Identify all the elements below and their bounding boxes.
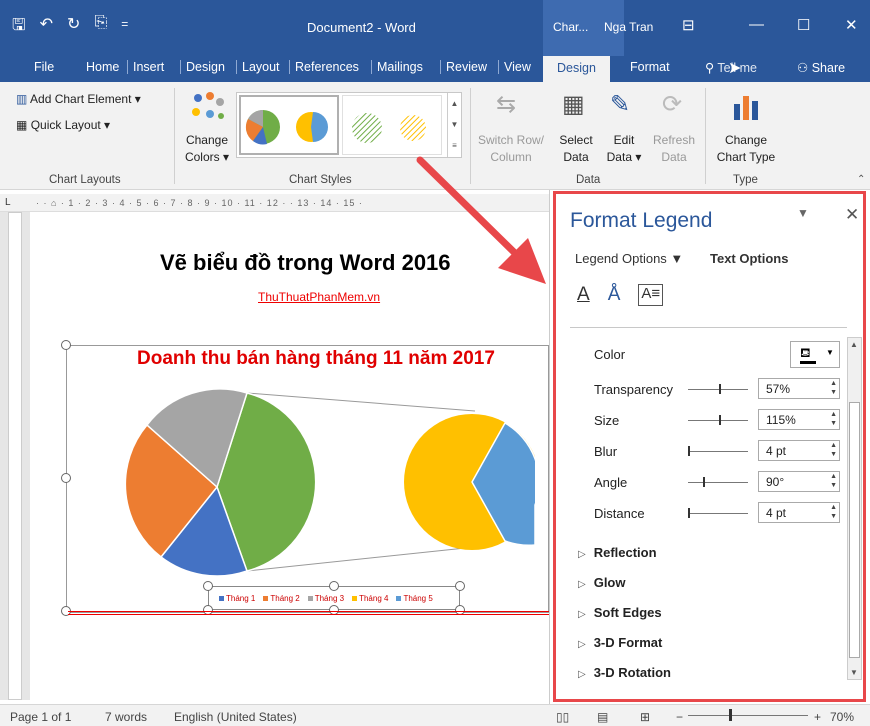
tab-mailings[interactable]: Mailings [371,60,423,74]
redo-icon[interactable]: ↻ [67,14,80,41]
status-bar: Page 1 of 1 7 words English (United Stat… [0,704,870,726]
chart-style-1[interactable] [239,95,339,155]
chart-tools-label: Char... [553,20,589,34]
tab-layout[interactable]: Layout [236,60,280,74]
quick-layout-icon: ▦ [16,118,28,132]
tab-format[interactable]: Format [630,60,670,74]
horizontal-ruler[interactable]: L · · ⌂ · 1 · 2 · 3 · 4 · 5 · 6 · 7 · 8 … [0,194,549,212]
customize-qat-icon[interactable]: = [121,17,128,41]
group-type: Type [733,174,758,186]
group-chart-layouts: Chart Layouts [49,174,121,186]
collapse-ribbon-icon[interactable]: ⌃ [857,174,865,185]
word-count[interactable]: 7 words [105,710,147,724]
legend-item: Tháng 1 [219,594,255,603]
tab-insert[interactable]: Insert [127,60,164,74]
page-count[interactable]: Page 1 of 1 [10,710,71,724]
tab-review[interactable]: Review [440,60,487,74]
add-chart-element-icon: ▥ [16,92,28,106]
pie-of-pie-chart[interactable] [115,385,535,595]
zoom-in-icon[interactable]: + [814,710,821,724]
ribbon-display-icon[interactable]: ⊟ [682,16,695,34]
zoom-slider[interactable] [688,715,808,716]
ribbon: ▥ Add Chart Element ▾ ▦ Quick Layout ▾ C… [0,82,870,190]
paste-icon[interactable]: ⎘ [94,14,107,41]
maximize-icon[interactable]: ☐ [797,16,810,34]
tab-file[interactable]: File [34,60,54,74]
resize-handle[interactable] [61,473,71,483]
quick-layout-button[interactable]: ▦ Quick Layout ▾ [16,118,110,132]
divider [705,88,706,184]
select-data-button[interactable]: ▦ Select Data [554,88,598,168]
undo-icon[interactable]: ↶ [40,14,53,41]
vertical-ruler[interactable] [0,212,30,700]
quick-access-toolbar: 🖫 ↶ ↻ ⎘ = [12,14,128,41]
minimize-icon[interactable]: — [749,16,764,33]
add-chart-element-button[interactable]: ▥ Add Chart Element ▾ [16,92,141,106]
web-layout-icon[interactable]: ⊞ [640,710,650,724]
title-bar [0,0,870,56]
divider [174,88,175,184]
refresh-data-button[interactable]: ⟳ Refresh Data [648,88,700,168]
resize-handle[interactable] [61,340,71,350]
legend-item: Tháng 3 [307,594,344,603]
lightbulb-icon: ⚲ [705,61,715,75]
read-mode-icon[interactable]: ▯▯ [556,710,569,724]
bar-chart-icon [734,96,758,120]
change-chart-type-button[interactable]: Change Chart Type [708,88,784,168]
share-button[interactable]: ⚇ Share [797,60,845,75]
tab-design[interactable]: Design [180,60,225,74]
group-chart-styles: Chart Styles [289,174,352,186]
pie-thumbnail-icon [245,110,328,145]
divider [470,88,471,184]
tab-selector-icon[interactable]: L [5,197,11,208]
refresh-icon: ⟳ [662,91,683,118]
mouse-cursor-icon: ➤ [728,60,742,77]
pie-hatched-thumbnail-icon [352,113,426,143]
legend-item: Tháng 5 [396,594,433,603]
table-icon: ▦ [562,91,585,118]
zoom-out-icon[interactable]: − [676,710,683,724]
edit-data-button[interactable]: ✎ Edit Data ▾ [604,88,644,168]
tab-view[interactable]: View [498,60,531,74]
zoom-slider-knob[interactable] [729,709,732,721]
chart-legend[interactable]: Tháng 1 Tháng 2 Tháng 3 Tháng 4 Tháng 5 [209,590,459,606]
document-heading[interactable]: Vẽ biểu đồ trong Word 2016 [160,250,451,276]
connector-line [246,392,476,412]
save-icon[interactable]: 🖫 [12,14,26,41]
language-status[interactable]: English (United States) [174,710,297,724]
palette-icon [192,92,224,119]
change-colors-button[interactable]: Change Colors ▾ [182,88,232,168]
highlight-box [553,191,866,702]
close-icon[interactable]: ✕ [845,16,858,34]
switch-row-column-icon: ⇆ [496,91,517,118]
group-data: Data [576,174,601,186]
legend-item: Tháng 4 [352,594,388,603]
zoom-level[interactable]: 70% [830,710,854,724]
document-link[interactable]: ThuThuatPhanMem.vn [258,290,380,304]
document-title: Document2 - Word [307,20,416,35]
print-layout-icon[interactable]: ▤ [597,710,608,724]
person-icon: ⚇ [797,61,809,75]
chart-styles-gallery: ▲ ▼ ≡ [236,92,462,158]
legend-item: Tháng 2 [263,594,300,603]
tab-home[interactable]: Home [86,60,119,74]
switch-row-column-button[interactable]: ⇆ Switch Row/ Column [472,88,550,168]
user-name[interactable]: Nga Tran [604,20,653,34]
red-separator-line [68,611,549,615]
chart-style-2[interactable] [342,95,442,155]
chart-title[interactable]: Doanh thu bán hàng tháng 11 năm 2017 [137,348,495,370]
pencil-table-icon: ✎ [610,91,631,118]
tab-references[interactable]: References [289,60,359,74]
gallery-scroll[interactable]: ▲ ▼ ≡ [447,93,461,157]
